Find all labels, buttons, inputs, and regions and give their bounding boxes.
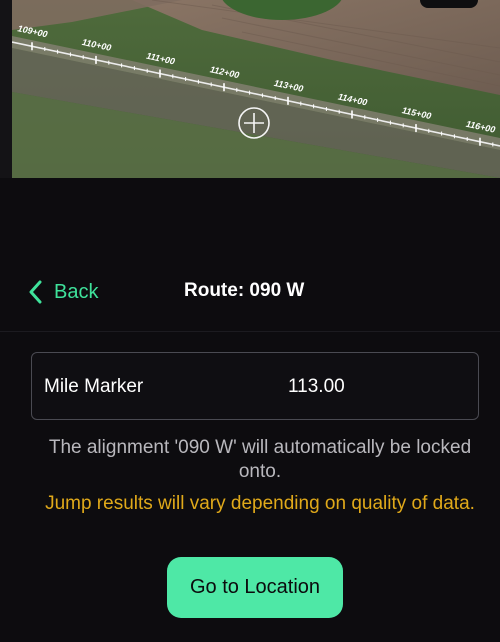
nav-divider: [0, 331, 500, 332]
satellite-map[interactable]: 109+00110+00111+00112+00113+00114+00115+…: [12, 0, 500, 178]
map-control-button[interactable]: [420, 0, 478, 8]
alignment-info-text: The alignment '090 W' will automatically…: [48, 437, 472, 482]
map-view[interactable]: 109+00 110+00 111+00 112+00 113+00 114+00 115+…: [0, 0, 500, 178]
back-button[interactable]: Back: [28, 274, 98, 310]
go-to-location-button[interactable]: Go to Location: [167, 557, 343, 618]
page-title: Route: 090 W: [184, 280, 305, 301]
back-label: Back: [54, 280, 99, 303]
nav-bar: Back Route: 090 W: [0, 262, 500, 324]
mile-marker-field[interactable]: Mile Marker 113.00: [31, 352, 479, 420]
data-quality-warning: Jump results will vary depending on qual…: [45, 493, 475, 514]
mile-marker-value[interactable]: 113.00: [288, 376, 345, 398]
mile-marker-label: Mile Marker: [44, 376, 144, 397]
chevron-left-icon: [29, 280, 42, 304]
